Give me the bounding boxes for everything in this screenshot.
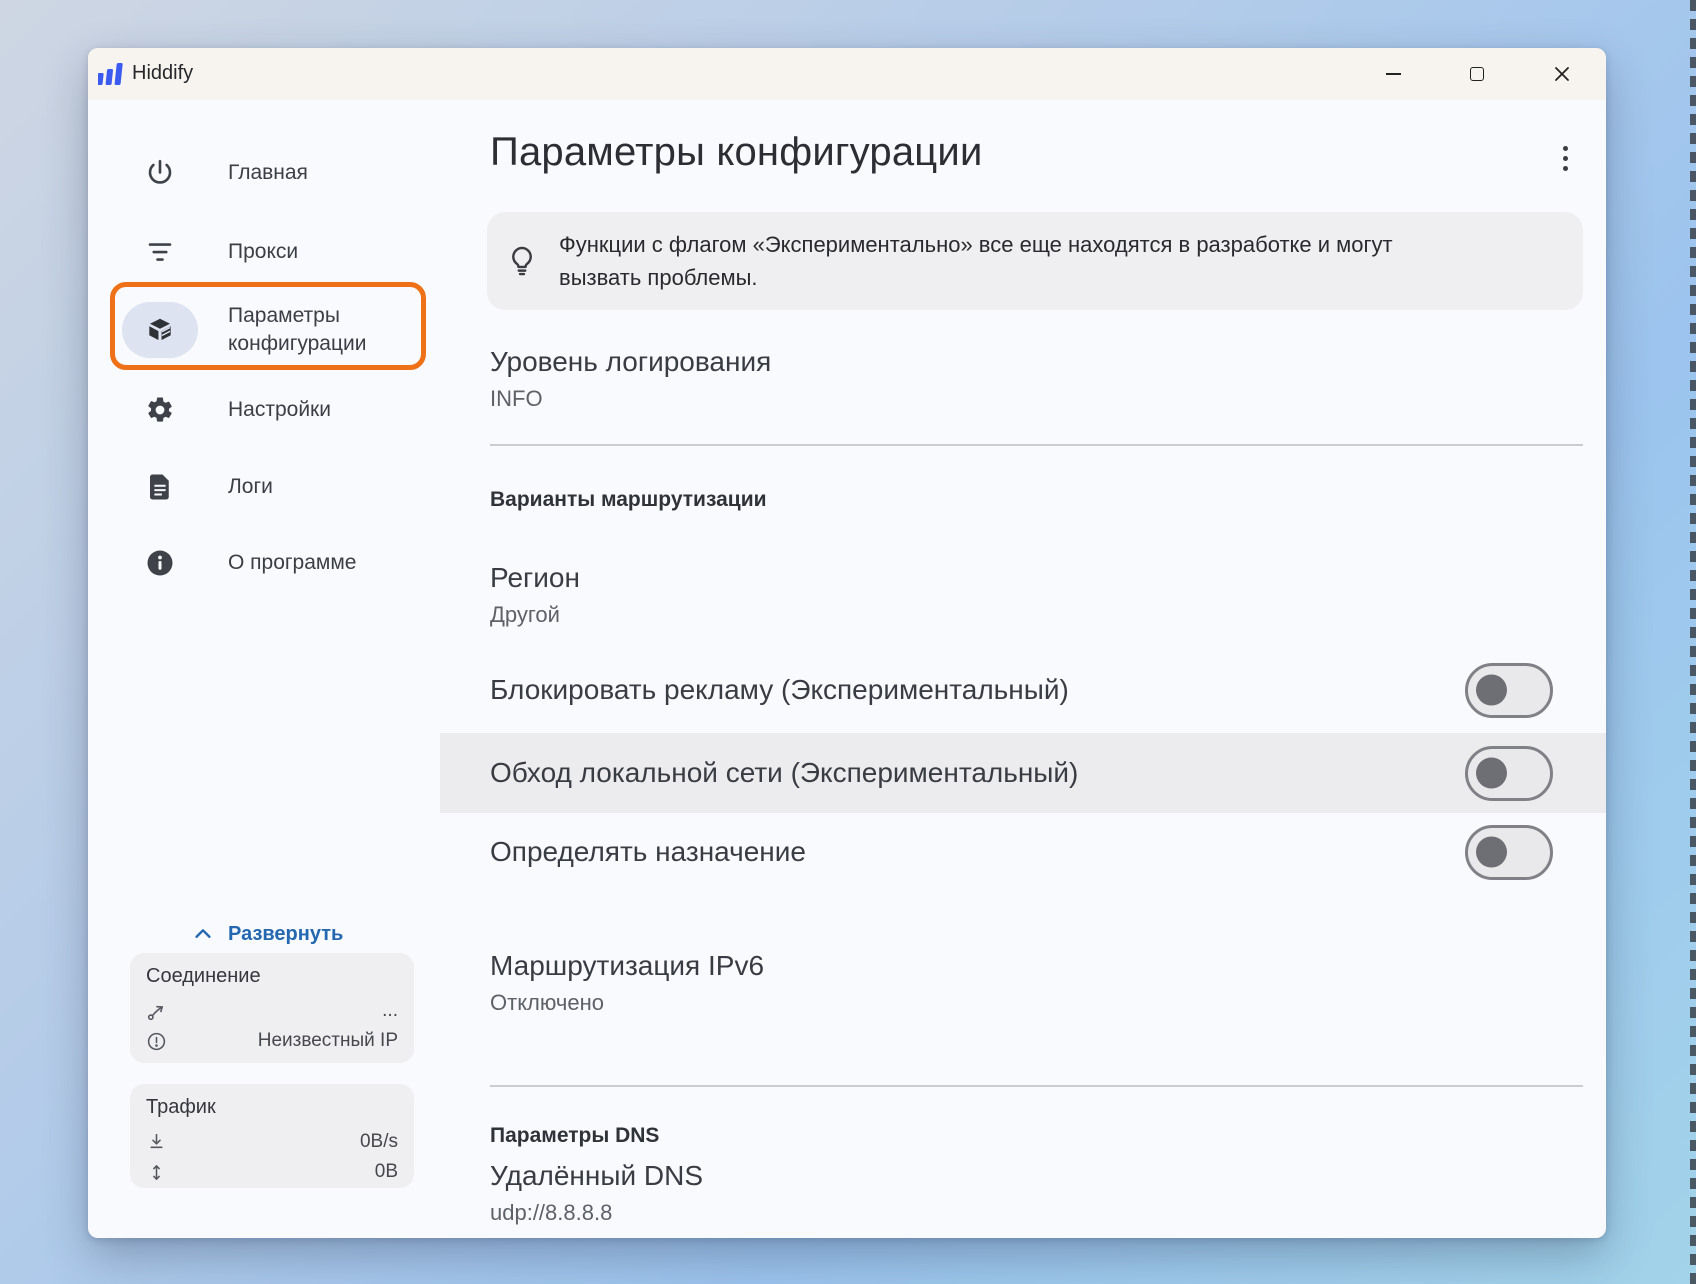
kebab-menu-icon	[1563, 146, 1568, 151]
section-routing-options: Варианты маршрутизации	[490, 488, 767, 512]
setting-region[interactable]: Регион Другой	[490, 560, 1583, 630]
sidebar-item-label: Настройки	[228, 396, 413, 424]
sidebar-item-home[interactable]: Главная	[88, 134, 440, 212]
connection-ip-value: Неизвестный IP	[258, 1030, 398, 1052]
package-icon	[136, 306, 184, 354]
sidebar-item-label: Прокси	[228, 238, 413, 266]
setting-log-level[interactable]: Уровень логирования INFO	[490, 344, 1583, 414]
setting-title: Удалённый DNS	[490, 1158, 1583, 1194]
main-content: Параметры конфигурации Функции с флагом …	[440, 100, 1606, 1238]
sidebar-item-label: О программе	[228, 549, 413, 577]
expand-label: Развернуть	[228, 923, 343, 946]
sidebar-item-about[interactable]: О программе	[88, 524, 440, 602]
setting-ipv6-routing[interactable]: Маршрутизация IPv6 Отключено	[490, 948, 1583, 1018]
minimize-button[interactable]	[1365, 48, 1421, 100]
sidebar: Главная Прокси	[88, 100, 440, 1238]
sidebar-item-proxies[interactable]: Прокси	[88, 213, 440, 291]
route-icon	[146, 1001, 167, 1022]
traffic-speed-value: 0B/s	[360, 1131, 398, 1153]
setting-block-ads[interactable]: Блокировать рекламу (Экспериментальный)	[440, 650, 1606, 730]
setting-remote-dns[interactable]: Удалённый DNS udp://8.8.8.8	[490, 1158, 1583, 1228]
setting-value: INFO	[490, 384, 1583, 414]
setting-value: Другой	[490, 600, 1583, 630]
hiddify-logo-icon	[98, 61, 124, 87]
info-icon	[136, 539, 184, 587]
sidebar-item-logs[interactable]: Логи	[88, 448, 440, 526]
connection-card-title: Соединение	[146, 965, 398, 988]
setting-value: udp://8.8.8.8	[490, 1198, 1583, 1228]
gear-icon	[136, 386, 184, 434]
setting-resolve-destination[interactable]: Определять назначение	[440, 812, 1606, 892]
connection-route-value: ...	[382, 1000, 398, 1022]
lightbulb-icon	[505, 244, 539, 278]
toggle-knob	[1476, 758, 1507, 789]
maximize-button[interactable]	[1449, 48, 1505, 100]
traffic-total-value: 0B	[375, 1161, 398, 1183]
setting-title: Определять назначение	[490, 834, 806, 870]
toggle-switch-off[interactable]	[1465, 746, 1553, 801]
close-icon	[1554, 66, 1570, 82]
banner-text: Функции с флагом «Экспериментально» все …	[559, 228, 1393, 294]
close-button[interactable]	[1534, 48, 1590, 100]
setting-title: Блокировать рекламу (Экспериментальный)	[490, 672, 1069, 708]
download-icon	[146, 1132, 167, 1153]
sidebar-item-label: Логи	[228, 473, 413, 501]
setting-title: Маршрутизация IPv6	[490, 948, 1583, 984]
toggle-knob	[1476, 837, 1507, 868]
toggle-knob	[1476, 675, 1507, 706]
setting-title: Регион	[490, 560, 1583, 596]
toggle-switch-off[interactable]	[1465, 663, 1553, 718]
power-icon	[136, 149, 184, 197]
minimize-icon	[1386, 73, 1401, 75]
setting-bypass-lan[interactable]: Обход локальной сети (Экспериментальный)	[440, 733, 1606, 813]
screen-edge-strip	[1690, 0, 1696, 1284]
titlebar[interactable]: Hiddify	[88, 48, 1606, 100]
divider	[490, 444, 1583, 446]
traffic-card-title: Трафик	[146, 1096, 398, 1119]
alert-circle-icon	[146, 1031, 167, 1052]
document-icon	[136, 463, 184, 511]
sidebar-item-label: Главная	[228, 159, 413, 187]
sidebar-item-settings[interactable]: Настройки	[88, 371, 440, 449]
experimental-banner: Функции с флагом «Экспериментально» все …	[487, 212, 1583, 310]
setting-value: Отключено	[490, 988, 1583, 1018]
connection-card[interactable]: Соединение ... Неизвестный IP	[130, 953, 414, 1063]
maximize-icon	[1470, 67, 1484, 81]
setting-title: Уровень логирования	[490, 344, 1583, 380]
sidebar-item-config-options[interactable]: Параметры конфигурации	[88, 291, 440, 369]
page-title: Параметры конфигурации	[490, 130, 983, 175]
sidebar-item-label: Параметры конфигурации	[228, 302, 413, 358]
divider	[490, 1085, 1583, 1087]
hiddify-window: Hiddify Главная	[88, 48, 1606, 1238]
traffic-card[interactable]: Трафик 0B/s 0B	[130, 1084, 414, 1188]
filter-icon	[136, 228, 184, 276]
window-title: Hiddify	[132, 62, 193, 85]
setting-title: Обход локальной сети (Экспериментальный)	[490, 755, 1078, 791]
chevron-up-icon	[192, 923, 214, 945]
kebab-menu-button[interactable]	[1550, 134, 1580, 182]
expand-link[interactable]: Развернуть	[192, 918, 343, 950]
section-dns-options: Параметры DNS	[490, 1124, 659, 1148]
toggle-switch-off[interactable]	[1465, 825, 1553, 880]
arrows-up-down-icon	[146, 1162, 167, 1183]
